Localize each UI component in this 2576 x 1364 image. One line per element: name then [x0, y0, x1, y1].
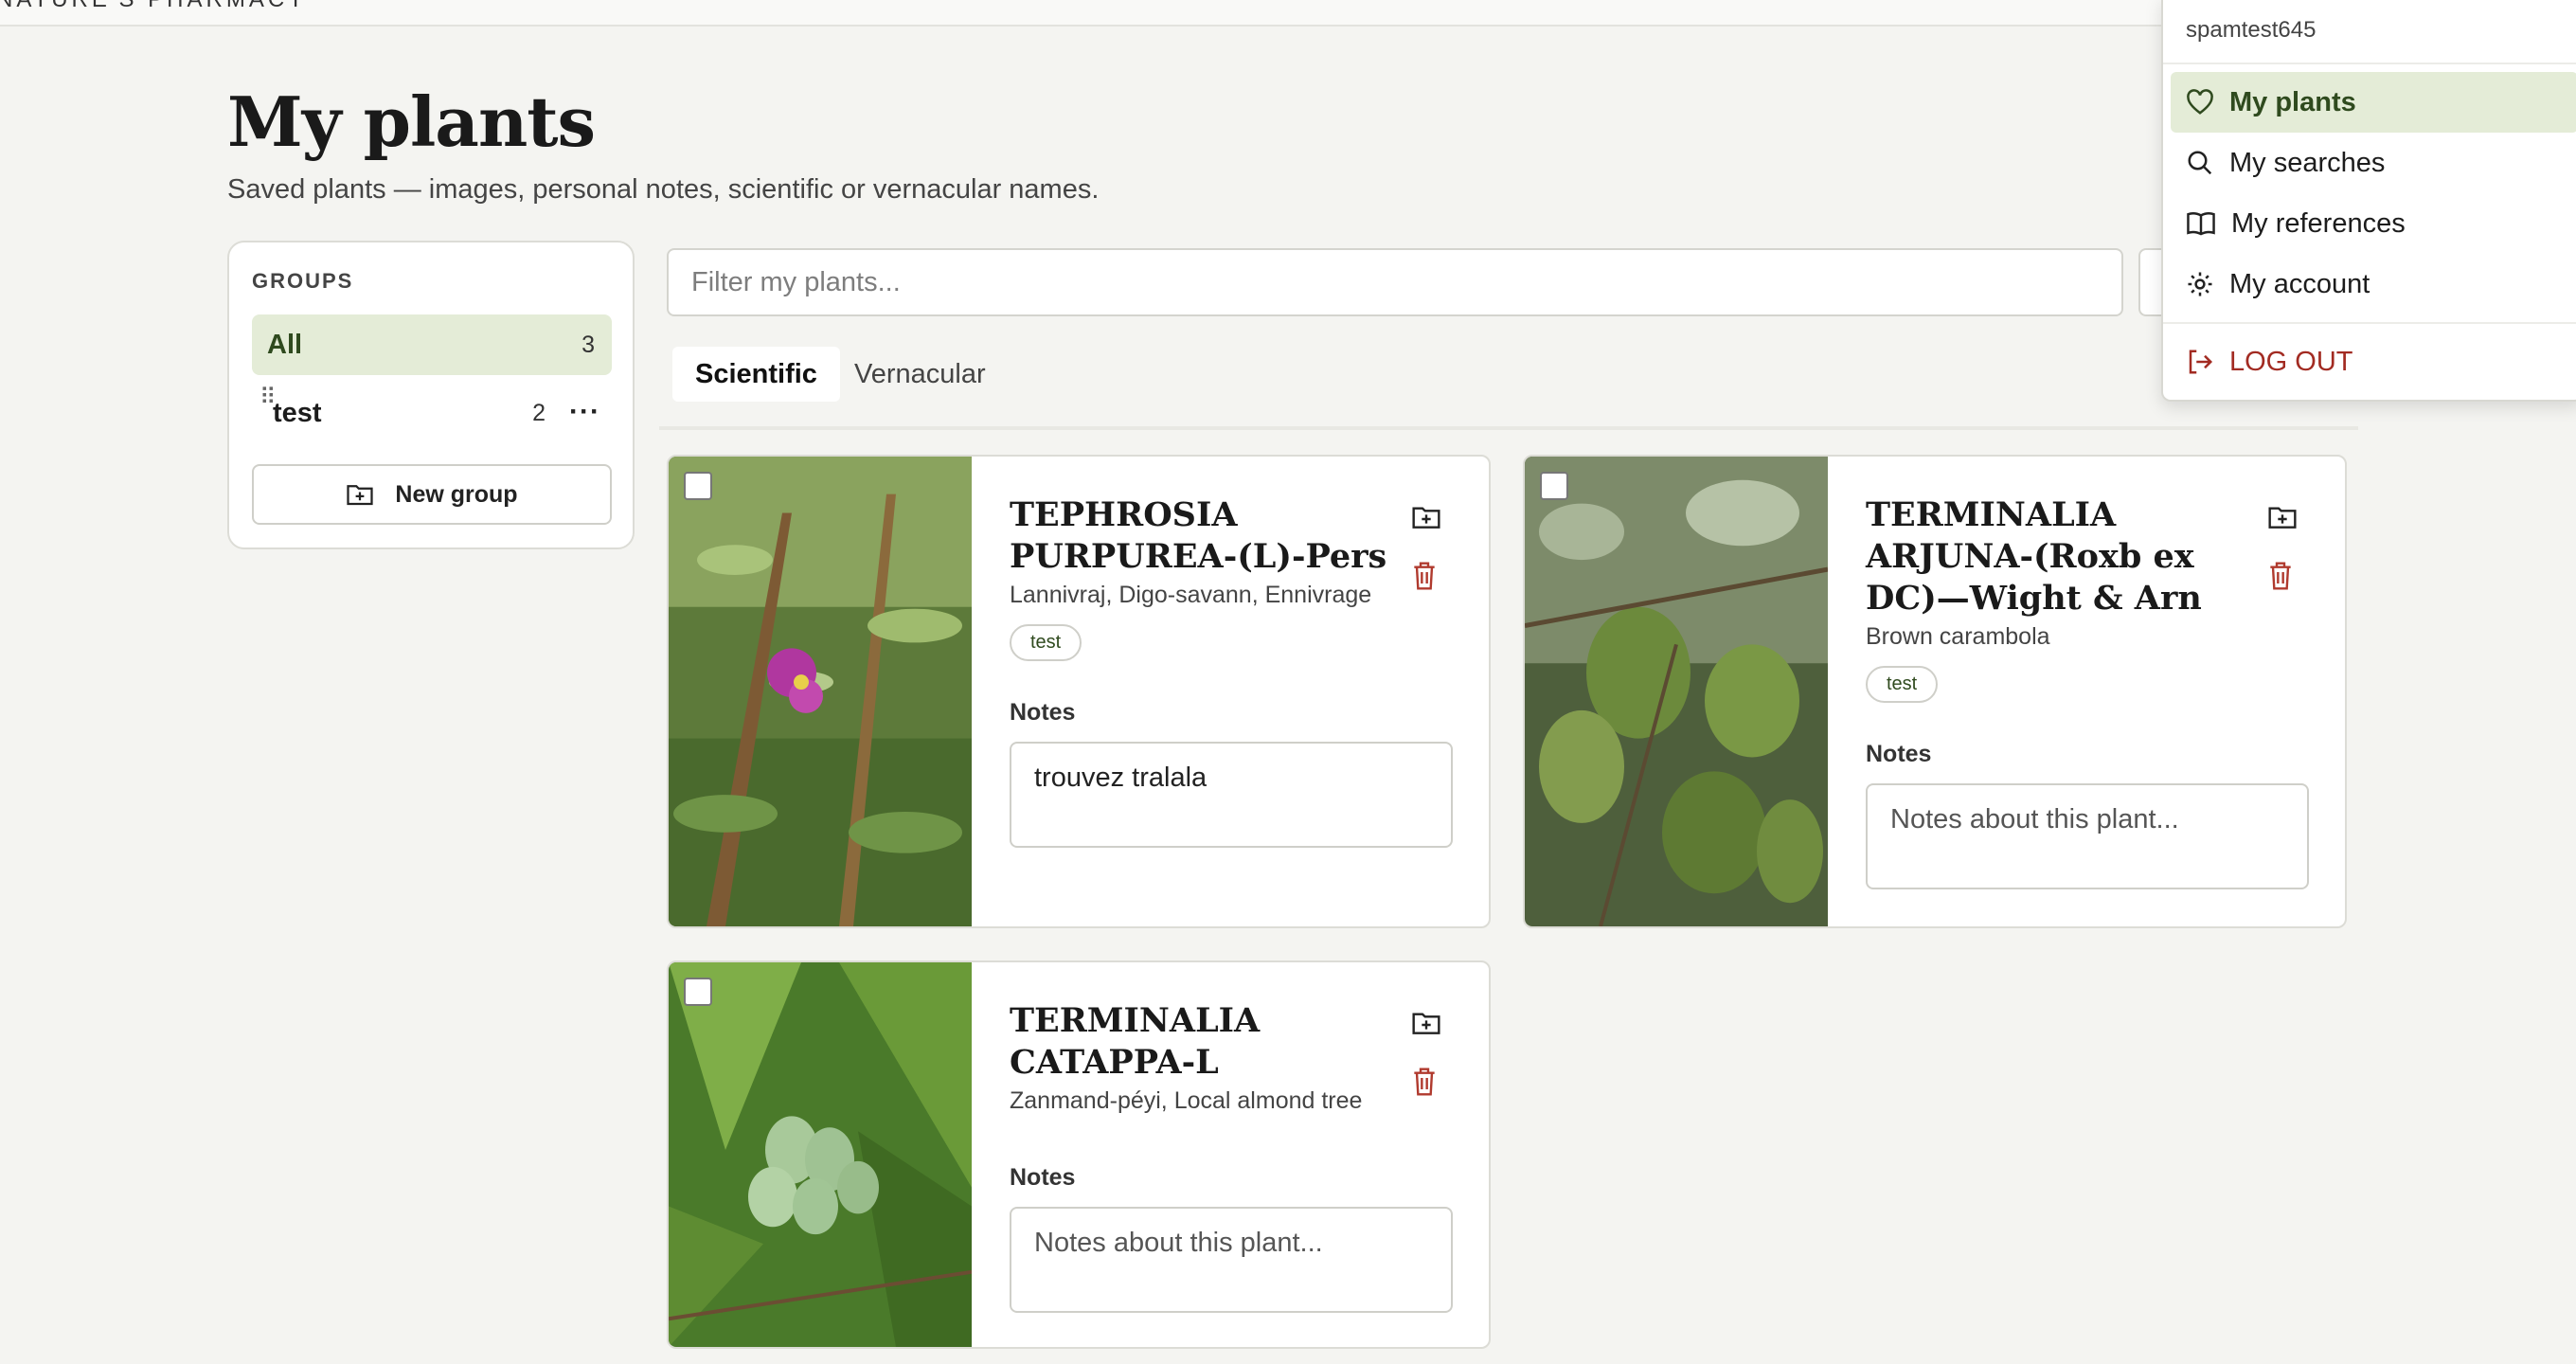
notes-textarea[interactable]: trouvez tralala — [1010, 742, 1453, 848]
group-item-all[interactable]: All 3 — [252, 314, 612, 375]
new-group-label: New group — [395, 480, 518, 508]
menu-item-my-searches[interactable]: My searches — [2171, 133, 2576, 193]
trash-icon[interactable] — [2267, 561, 2294, 591]
trash-icon[interactable] — [1411, 561, 1438, 591]
trash-icon[interactable] — [1411, 1067, 1438, 1097]
menu-divider — [2163, 63, 2576, 64]
notes-label: Notes — [1010, 699, 1076, 726]
plant-card: TEPHROSIA PURPUREA-(L)-Pers Lannivraj, D… — [667, 455, 1491, 928]
add-to-group-icon[interactable] — [1411, 504, 1441, 530]
group-item-test[interactable]: ⠿ test 2 ··· — [252, 383, 612, 443]
plant-scientific-name: TEPHROSIA PURPUREA-(L)-Pers — [1010, 495, 1387, 576]
group-name: test — [273, 397, 322, 428]
logout-label: LOG OUT — [2229, 346, 2353, 377]
logout-button[interactable]: LOG OUT — [2171, 332, 2576, 392]
book-icon — [2187, 212, 2215, 236]
menu-username: spamtest645 — [2186, 17, 2317, 43]
plant-image — [669, 457, 972, 926]
plant-card: TERMINALIA ARJUNA-(Roxb ex DC)—Wight & A… — [1523, 455, 2347, 928]
name-type-tabs: Scientific Vernacular — [659, 335, 2358, 430]
plant-vernacular-names: Lannivraj, Digo-savann, Ennivrage — [1010, 582, 1372, 608]
search-icon — [2188, 151, 2212, 175]
group-tag: test — [1010, 624, 1082, 661]
menu-item-label: My account — [2229, 268, 2370, 299]
plant-image — [1525, 457, 1828, 926]
group-count: 3 — [581, 331, 595, 358]
menu-item-my-account[interactable]: My account — [2171, 254, 2576, 314]
plant-card: TERMINALIA CATAPPA-L Zanmand-péyi, Local… — [667, 960, 1491, 1349]
card-body: TERMINALIA CATAPPA-L Zanmand-péyi, Local… — [1010, 962, 1453, 1318]
new-group-button[interactable]: New group — [252, 464, 612, 525]
notes-textarea[interactable] — [1866, 783, 2309, 889]
card-actions — [1411, 1010, 1441, 1127]
groups-heading: GROUPS — [252, 269, 354, 293]
tab-vernacular[interactable]: Vernacular — [832, 347, 1009, 402]
select-checkbox[interactable] — [684, 472, 712, 500]
heart-icon — [2187, 89, 2213, 115]
menu-divider — [2163, 322, 2576, 324]
brand-logo[interactable]: NATURE'S PHARMACY — [0, 0, 307, 13]
notes-label: Notes — [1010, 1164, 1076, 1191]
card-actions — [1411, 504, 1441, 621]
folder-plus-icon — [347, 485, 374, 506]
group-count: 2 — [532, 399, 546, 426]
group-tag: test — [1866, 666, 1939, 703]
plant-vernacular-names: Zanmand-péyi, Local almond tree — [1010, 1087, 1363, 1114]
page-subtitle: Saved plants — images, personal notes, s… — [227, 174, 1100, 205]
plant-vernacular-names: Brown carambola — [1866, 623, 2050, 650]
card-body: TEPHROSIA PURPUREA-(L)-Pers Lannivraj, D… — [1010, 457, 1453, 852]
menu-item-my-references[interactable]: My references — [2171, 193, 2576, 254]
card-actions — [2267, 504, 2298, 621]
group-name: All — [267, 329, 303, 360]
gear-icon — [2188, 272, 2212, 296]
groups-panel: GROUPS All 3 ⠿ test 2 ··· New group — [227, 241, 635, 549]
user-menu: spamtest645 My plants My searches My ref… — [2161, 0, 2576, 402]
plant-scientific-name: TERMINALIA ARJUNA-(Roxb ex DC)—Wight & A… — [1866, 495, 2202, 618]
page-title: My plants — [227, 81, 596, 162]
menu-item-label: My references — [2231, 207, 2406, 239]
menu-item-label: My plants — [2229, 86, 2356, 117]
menu-item-my-plants[interactable]: My plants — [2171, 72, 2576, 133]
more-options-icon[interactable]: ··· — [569, 396, 600, 428]
add-to-group-icon[interactable] — [2267, 504, 2298, 530]
drag-handle-icon[interactable]: ⠿ — [259, 386, 277, 409]
notes-textarea[interactable] — [1010, 1207, 1453, 1313]
card-body: TERMINALIA ARJUNA-(Roxb ex DC)—Wight & A… — [1866, 457, 2309, 894]
tab-scientific[interactable]: Scientific — [672, 347, 840, 402]
select-checkbox[interactable] — [684, 978, 712, 1006]
notes-label: Notes — [1866, 741, 1932, 767]
plant-image — [669, 962, 972, 1347]
menu-item-label: My searches — [2229, 147, 2386, 178]
logout-icon — [2189, 350, 2213, 374]
select-checkbox[interactable] — [1540, 472, 1568, 500]
filter-input[interactable] — [667, 248, 2123, 316]
add-to-group-icon[interactable] — [1411, 1010, 1441, 1036]
plant-scientific-name: TERMINALIA CATAPPA-L — [1010, 1001, 1261, 1082]
